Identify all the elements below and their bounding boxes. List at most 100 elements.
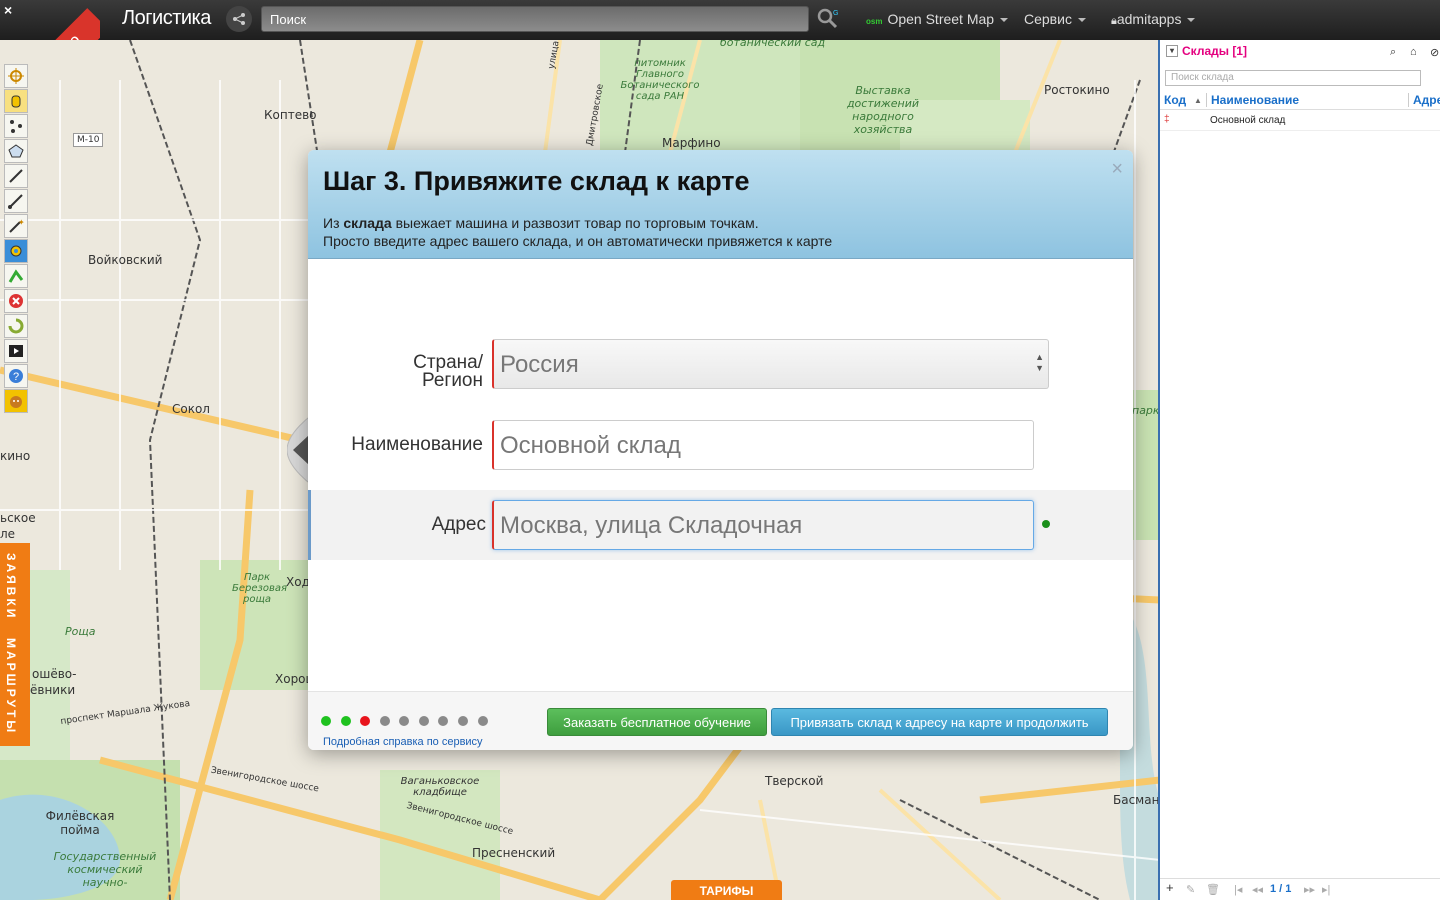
sort-asc-icon[interactable]: ▲: [1194, 96, 1202, 105]
map-label: Войковский: [88, 253, 163, 267]
last-page-icon[interactable]: ▸|: [1322, 883, 1330, 896]
country-label-line: Регион: [421, 370, 483, 391]
close-icon[interactable]: ×: [1111, 158, 1123, 181]
close-icon[interactable]: ×: [4, 2, 12, 18]
polygon-icon[interactable]: [4, 139, 28, 163]
warehouses-panel-header: ▾ Склады [1]: [1160, 40, 1440, 62]
svg-text:?: ?: [13, 371, 19, 383]
step-dot: [419, 716, 429, 726]
park-label: питомник Главного Ботанического сада РАН: [620, 58, 700, 102]
mascot-icon[interactable]: [4, 389, 28, 413]
setup-wizard-dialog: Шаг 3. Привяжите склад к карте Из склада…: [308, 150, 1133, 750]
dialog-header: Шаг 3. Привяжите склад к карте Из склада…: [308, 150, 1133, 259]
map-label: ошёво-: [32, 667, 77, 681]
bind-and-continue-button[interactable]: Привязать склад к адресу на карте и прод…: [771, 708, 1108, 736]
map-label: Коптево: [264, 108, 317, 122]
add-icon[interactable]: +: [1166, 880, 1174, 895]
park-label: Государственный космический научно-: [53, 850, 157, 889]
trash-icon[interactable]: 🗑︎: [1206, 883, 1220, 896]
country-select[interactable]: Россия ▲ ▼: [492, 339, 1049, 389]
magic-wand-icon[interactable]: ✦: [4, 214, 28, 238]
address-row: Адрес Москва, улица Складочная: [308, 490, 1133, 560]
service-menu[interactable]: Сервис: [1024, 11, 1086, 27]
step-dot: [380, 716, 390, 726]
help-link[interactable]: Подробная справка по сервису: [323, 736, 483, 748]
user-menu[interactable]: 🔒︎admitapps: [1111, 11, 1196, 28]
help-icon[interactable]: ?: [4, 364, 28, 388]
status-indicator: [1042, 520, 1050, 528]
refresh-icon[interactable]: [4, 314, 28, 338]
order-training-button[interactable]: Заказать бесплатное обучение: [547, 708, 767, 736]
gear-icon[interactable]: [4, 239, 28, 263]
osm-icon: osm: [866, 17, 883, 26]
road-shield: M-10: [73, 133, 104, 147]
search-input[interactable]: Поиск: [261, 6, 809, 32]
warehouse-name-input[interactable]: Основной склад: [492, 420, 1034, 470]
search-icon[interactable]: ⌕: [1390, 46, 1396, 59]
delete-icon[interactable]: [4, 289, 28, 313]
side-tabs: ЗАЯВКИ МАРШРУТЫ: [0, 543, 30, 746]
map-label: Тверской: [765, 774, 824, 788]
chevron-down-icon: [1077, 18, 1086, 23]
points-icon[interactable]: [4, 114, 28, 138]
tab-routes[interactable]: МАРШРУТЫ: [4, 638, 18, 735]
col-code[interactable]: Код: [1164, 93, 1186, 107]
map-label: ле: [0, 527, 16, 541]
clear-icon[interactable]: ⊘: [1430, 46, 1439, 59]
tab-orders[interactable]: ЗАЯВКИ: [4, 553, 18, 620]
route-icon[interactable]: [4, 264, 28, 288]
map-toolbar: ✦ ?: [4, 64, 30, 414]
park-label: Ваганьковское кладбище: [400, 776, 480, 798]
name-row: Наименование Основной склад: [308, 410, 1133, 480]
tariffs-tab[interactable]: ТАРИФЫ: [671, 880, 782, 900]
warehouses-panel-title: Склады [1]: [1182, 44, 1247, 58]
table-pager: + ✎ 🗑︎ |◂ ◂◂ 1 / 1 ▸▸ ▸|: [1160, 878, 1440, 900]
edit-icon[interactable]: ✎: [1186, 883, 1195, 896]
address-label: Адрес: [431, 514, 486, 535]
svg-text:G: G: [833, 10, 838, 17]
park-label: Парк Березовая роща: [232, 572, 287, 605]
crosshair-icon[interactable]: [4, 64, 28, 88]
col-name[interactable]: Наименование: [1206, 93, 1299, 107]
page-indicator: 1 / 1: [1270, 883, 1292, 895]
map-search-icon[interactable]: G: [815, 6, 841, 32]
map-label: ьское: [0, 511, 36, 525]
demo-ribbon: DEMO: [23, 8, 100, 40]
share-icon[interactable]: [226, 6, 252, 32]
address-input[interactable]: Москва, улица Складочная: [492, 500, 1034, 550]
line-icon[interactable]: [4, 164, 28, 188]
step-dot: [399, 716, 409, 726]
svg-text:✦: ✦: [18, 218, 24, 227]
first-page-icon[interactable]: |◂: [1234, 883, 1242, 896]
measure-icon[interactable]: [4, 189, 28, 213]
dialog-footer: Подробная справка по сервису Заказать бе…: [308, 691, 1133, 750]
warehouses-panel: ▾ Склады [1] ⌕ ⌂ ⊘ Поиск склада Код ▲ На…: [1158, 40, 1440, 900]
step-dot: [458, 716, 468, 726]
col-address[interactable]: Адре: [1408, 93, 1440, 107]
step-dot: [341, 716, 351, 726]
hand-icon[interactable]: [4, 89, 28, 113]
step-dot: [478, 716, 488, 726]
desc-bold: склада: [343, 215, 392, 231]
home-icon[interactable]: ⌂: [1410, 46, 1417, 58]
next-page-icon[interactable]: ▸▸: [1304, 883, 1315, 896]
step-dot: [360, 716, 370, 726]
map-label: кино: [0, 449, 31, 463]
park-label: Филёвская пойма: [45, 809, 115, 837]
map-label: Басман: [1113, 793, 1160, 807]
map-source-label: Open Street Map: [887, 11, 995, 27]
country-label: Страна/ Регион: [413, 353, 483, 391]
desc-text: выежает машина и развозит товар по торго…: [391, 215, 759, 231]
map-source-menu[interactable]: osm Open Street Map: [866, 11, 1009, 27]
collapse-icon[interactable]: ▾: [1166, 45, 1178, 57]
dialog-description: Из склада выежает машина и развозит това…: [323, 214, 1118, 250]
row-name: Основной склад: [1210, 115, 1286, 126]
app-title[interactable]: Логистика: [122, 7, 211, 30]
video-icon[interactable]: [4, 339, 28, 363]
map-label: Марфино: [662, 136, 721, 150]
table-row[interactable]: ‡ Основной склад: [1160, 111, 1440, 131]
warehouse-search-input[interactable]: Поиск склада: [1165, 70, 1421, 86]
user-menu-label: admitapps: [1116, 11, 1182, 27]
desc-text: Из: [323, 215, 344, 231]
prev-page-icon[interactable]: ◂◂: [1252, 883, 1263, 896]
